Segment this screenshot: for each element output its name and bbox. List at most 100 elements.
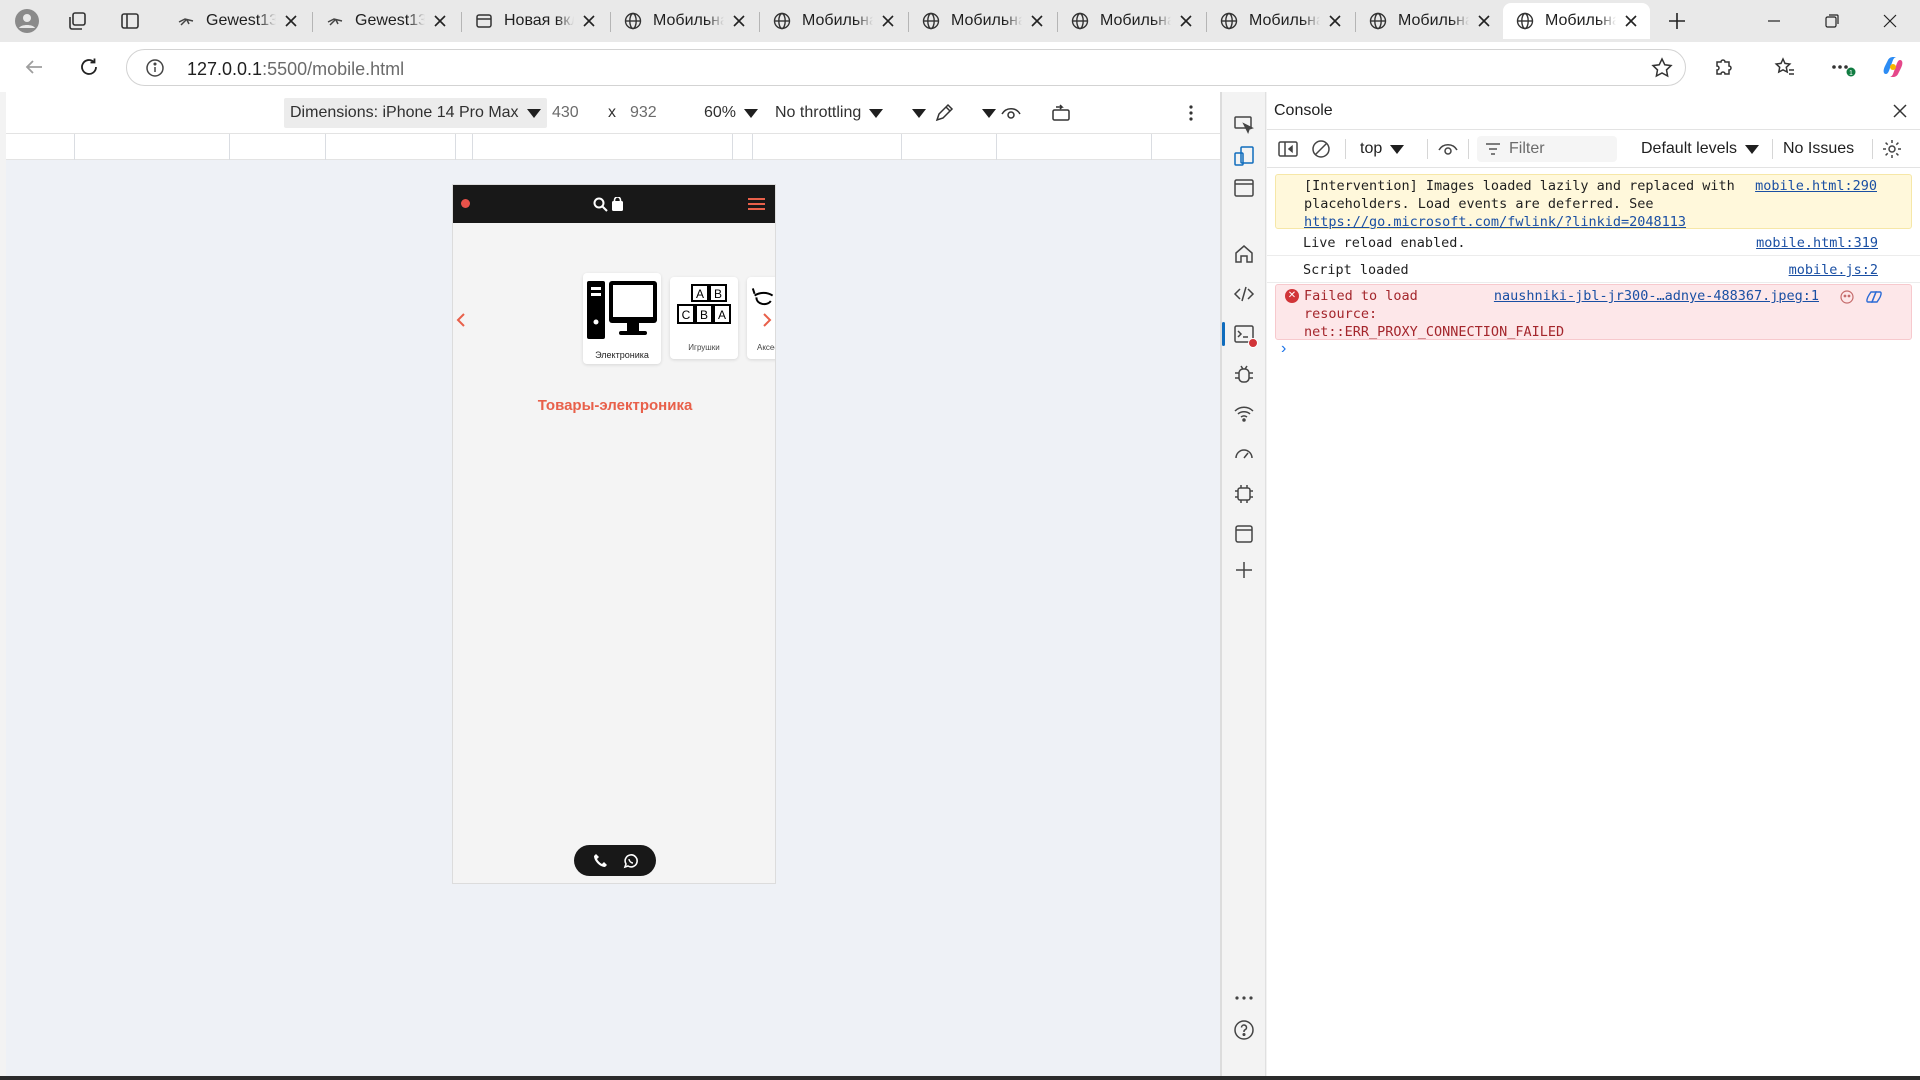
search-icon[interactable]: [591, 195, 609, 213]
tab-mobile-2[interactable]: Мобильная: [760, 3, 907, 39]
vertical-tabs-button[interactable]: [113, 5, 147, 37]
category-label: Электроника: [595, 350, 649, 360]
close-icon[interactable]: [1890, 101, 1910, 121]
inspect-element-button[interactable]: [1230, 110, 1258, 138]
close-icon[interactable]: [730, 12, 748, 30]
clear-icon: [1312, 140, 1330, 158]
live-expression-button[interactable]: [1437, 130, 1459, 168]
new-tab-button[interactable]: [1660, 5, 1694, 37]
clear-console-button[interactable]: [1311, 130, 1331, 168]
logo[interactable]: [461, 199, 470, 208]
message-source-link[interactable]: mobile.html:319: [1756, 234, 1878, 252]
back-button[interactable]: [16, 50, 52, 84]
settings-more-button[interactable]: 1: [1825, 50, 1861, 84]
tab-mobile-4[interactable]: Мобильная: [1058, 3, 1205, 39]
message-source-link[interactable]: mobile.js:2: [1789, 261, 1878, 279]
elements-tool-button[interactable]: [1230, 280, 1258, 308]
extensions-button[interactable]: [1706, 50, 1742, 84]
window-close-button[interactable]: [1861, 0, 1919, 42]
close-icon[interactable]: [1475, 12, 1493, 30]
console-message-warning[interactable]: [Intervention] Images loaded lazily and …: [1275, 174, 1912, 230]
customize-devtools-button[interactable]: [1230, 984, 1258, 1012]
url-text[interactable]: 127.0.0.1:5500/mobile.html: [187, 59, 404, 80]
welcome-tool-button[interactable]: [1230, 240, 1258, 268]
tab-gewest13-2[interactable]: Gewest13 |: [313, 3, 459, 39]
help-button[interactable]: [1230, 1016, 1258, 1044]
copilot-explain-icon[interactable]: [1865, 289, 1883, 305]
favorite-star-icon[interactable]: [1651, 57, 1673, 79]
reload-button[interactable]: [71, 50, 107, 84]
close-icon[interactable]: [1177, 12, 1195, 30]
close-icon[interactable]: [580, 12, 598, 30]
message-source-link[interactable]: mobile.html:290: [1755, 177, 1877, 195]
copilot-button[interactable]: [1875, 50, 1911, 84]
vision-deficiency-button[interactable]: [1000, 92, 1022, 134]
device-more-button[interactable]: [1188, 92, 1194, 134]
site-info-icon[interactable]: [145, 58, 165, 78]
filter-input[interactable]: Filter: [1477, 136, 1617, 162]
tab-mobile-active[interactable]: Мобильная: [1503, 3, 1650, 39]
device-emulation-button[interactable]: [1230, 142, 1258, 170]
tab-mobile-5[interactable]: Мобильная: [1207, 3, 1354, 39]
performance-tool-button[interactable]: [1230, 440, 1258, 468]
save-data-dropdown[interactable]: [904, 92, 926, 134]
close-icon[interactable]: [1622, 12, 1640, 30]
console-message-info[interactable]: Live reload enabled. mobile.html:319: [1267, 229, 1920, 256]
close-icon[interactable]: [1326, 12, 1344, 30]
hamburger-menu-icon[interactable]: [747, 195, 765, 213]
profile-button[interactable]: [10, 5, 44, 37]
memory-tool-button[interactable]: [1230, 480, 1258, 508]
tab-mobile-1[interactable]: Мобильная: [611, 3, 758, 39]
restore-button[interactable]: [1803, 0, 1861, 42]
console-tool-button[interactable]: [1222, 320, 1258, 348]
ai-explain-icon[interactable]: [1839, 289, 1855, 305]
category-carousel: Электроника ABCBA Игрушки Аксессуары: [453, 273, 775, 373]
category-card-toys[interactable]: ABCBA Игрушки: [670, 277, 738, 359]
favorites-icon: [1774, 57, 1794, 75]
carousel-prev-button[interactable]: [453, 309, 469, 331]
tab-gewest13-1[interactable]: Gewest13: [164, 3, 310, 39]
sensors-button[interactable]: [934, 92, 954, 134]
height-input[interactable]: 932: [630, 92, 657, 134]
application-tool-button[interactable]: [1230, 520, 1258, 548]
puzzle-icon: [1716, 59, 1732, 75]
show-sidebar-button[interactable]: [1277, 130, 1299, 168]
issues-button[interactable]: No Issues: [1783, 130, 1854, 168]
rotate-button[interactable]: [1050, 92, 1072, 134]
dock-button[interactable]: [1230, 174, 1258, 202]
carousel-next-button[interactable]: [759, 309, 775, 331]
minimize-button[interactable]: [1745, 0, 1803, 42]
console-settings-button[interactable]: [1881, 130, 1903, 168]
workspaces-button[interactable]: [60, 5, 94, 37]
context-select[interactable]: top: [1360, 130, 1405, 168]
console-message-info[interactable]: Script loaded mobile.js:2: [1267, 256, 1920, 283]
whatsapp-icon[interactable]: [622, 852, 639, 869]
category-card-electronics[interactable]: Электроника: [583, 273, 661, 364]
phone-icon[interactable]: [592, 852, 609, 869]
close-icon[interactable]: [879, 12, 897, 30]
tab-mobile-6[interactable]: Мобильная: [1356, 3, 1503, 39]
console-prompt[interactable]: ›: [1267, 340, 1920, 370]
throttling-select[interactable]: No throttling: [775, 92, 884, 134]
message-link[interactable]: https://go.microsoft.com/fwlink/?linkid=…: [1304, 214, 1686, 230]
computer-icon: [583, 277, 661, 343]
zoom-select[interactable]: 60%: [704, 92, 759, 134]
console-message-error[interactable]: ✕ Failed to load resource: net::ERR_PROX…: [1275, 284, 1912, 340]
close-icon[interactable]: [1028, 12, 1046, 30]
log-levels-select[interactable]: Default levels: [1641, 130, 1760, 168]
sensors-dropdown[interactable]: [974, 92, 996, 134]
more-tools-button[interactable]: [1230, 556, 1258, 584]
address-bar[interactable]: 127.0.0.1:5500/mobile.html: [126, 49, 1686, 86]
tab-title: Мобильная: [1249, 12, 1320, 29]
close-icon[interactable]: [282, 12, 300, 30]
dimensions-select[interactable]: Dimensions: iPhone 14 Pro Max: [284, 98, 547, 128]
tab-mobile-3[interactable]: Мобильная: [909, 3, 1056, 39]
message-source-link[interactable]: naushniki-jbl-jr300-…adnye-488367.jpeg:1: [1494, 287, 1819, 305]
favorites-button[interactable]: [1767, 50, 1803, 84]
width-input[interactable]: 430: [552, 92, 579, 134]
sources-tool-button[interactable]: [1230, 360, 1258, 388]
shopping-bag-icon[interactable]: [608, 195, 626, 213]
tab-new-tab[interactable]: Новая вкладка: [462, 3, 608, 39]
close-icon[interactable]: [431, 12, 449, 30]
network-tool-button[interactable]: [1230, 400, 1258, 428]
